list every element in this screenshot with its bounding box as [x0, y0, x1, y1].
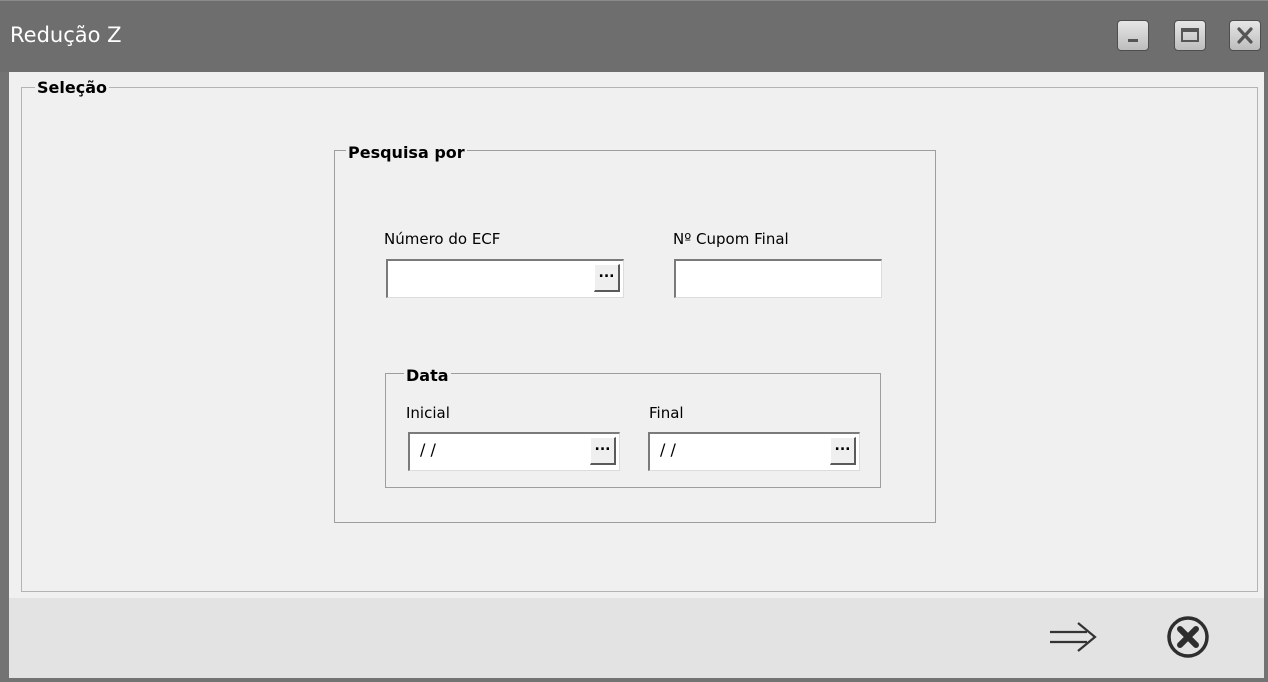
data-inicial-value: / / — [420, 440, 436, 459]
window-title: Redução Z — [10, 23, 122, 47]
cupom-final-label: Nº Cupom Final — [673, 230, 789, 248]
maximize-button[interactable] — [1174, 20, 1206, 51]
maximize-icon — [1181, 28, 1199, 42]
window-bottom-border — [0, 678, 1268, 682]
minimize-icon — [1128, 39, 1138, 42]
numero-ecf-label: Número do ECF — [384, 230, 501, 248]
cancel-button[interactable] — [1158, 612, 1218, 668]
data-inicial-calendar-button[interactable]: ... — [590, 437, 616, 465]
numero-ecf-input[interactable]: ... — [386, 259, 624, 298]
close-icon — [1237, 27, 1253, 44]
data-final-input[interactable]: / / ... — [648, 432, 860, 471]
data-inicial-input[interactable]: / / ... — [408, 432, 620, 471]
cancel-circle-icon — [1167, 616, 1209, 658]
data-legend: Data — [404, 366, 451, 386]
minimize-button[interactable] — [1117, 20, 1149, 51]
cupom-final-input[interactable] — [674, 259, 882, 298]
numero-ecf-lookup-button[interactable]: ... — [594, 264, 620, 292]
next-button[interactable] — [1045, 612, 1105, 668]
close-button[interactable] — [1229, 20, 1261, 51]
window: Redução Z Seleção Pesquisa por Número do… — [0, 0, 1268, 682]
data-final-label: Final — [649, 404, 684, 422]
pesquisa-legend: Pesquisa por — [346, 143, 467, 163]
title-bar[interactable]: Redução Z — [0, 0, 1268, 72]
data-final-value: / / — [660, 440, 676, 459]
data-inicial-label: Inicial — [406, 404, 450, 422]
arrow-right-icon — [1050, 622, 1097, 652]
selecao-legend: Seleção — [35, 78, 109, 98]
data-final-calendar-button[interactable]: ... — [830, 437, 856, 465]
